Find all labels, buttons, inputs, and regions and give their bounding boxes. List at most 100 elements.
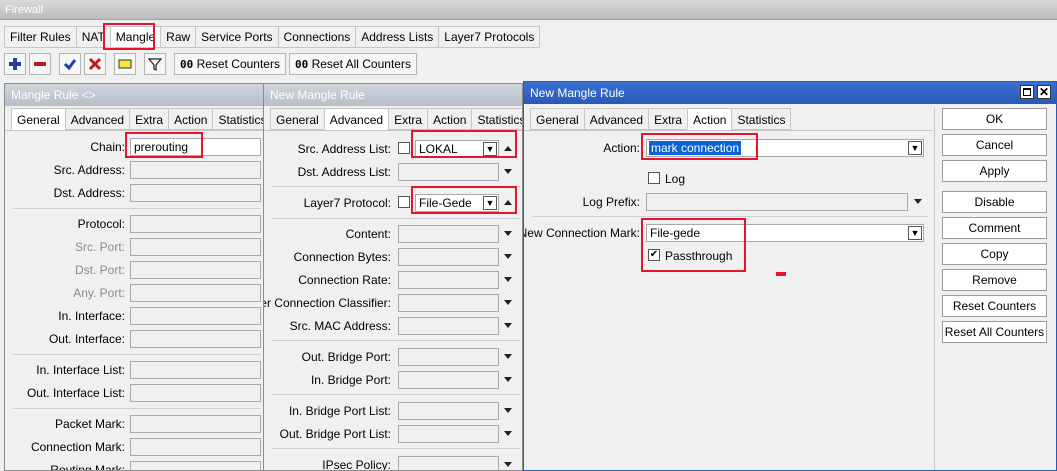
remove-rule-button[interactable]: Remove: [942, 269, 1047, 291]
src-address-field[interactable]: [130, 161, 261, 179]
layer7-negate-checkbox[interactable]: [398, 196, 410, 208]
in-interface-list-field[interactable]: [130, 361, 261, 379]
reset-counters-rule-button[interactable]: Reset Counters: [942, 295, 1047, 317]
routing-mark-field[interactable]: [130, 461, 261, 470]
connection-mark-label: Connection Mark:: [30, 440, 125, 454]
any-port-field[interactable]: [130, 284, 261, 302]
comment-rule-button[interactable]: Comment: [942, 217, 1047, 239]
rule2-tab-extra[interactable]: Extra: [388, 108, 428, 130]
connection-mark-field[interactable]: [130, 438, 261, 456]
cancel-button[interactable]: Cancel: [942, 134, 1047, 156]
action-highlight: [641, 133, 758, 160]
tab-connections[interactable]: Connections: [277, 26, 356, 48]
log-checkbox[interactable]: [648, 172, 660, 184]
tab-layer7-protocols[interactable]: Layer7 Protocols: [438, 26, 541, 48]
protocol-field[interactable]: [130, 215, 261, 233]
layer7-highlight: [411, 186, 517, 214]
ok-button[interactable]: OK: [942, 108, 1047, 130]
out-bridge-port-field[interactable]: [398, 348, 499, 366]
remove-button[interactable]: [29, 53, 51, 75]
in-interface-field[interactable]: [130, 307, 261, 325]
packet-mark-field[interactable]: [130, 415, 261, 433]
rule3-tab-extra[interactable]: Extra: [648, 108, 688, 130]
packet-mark-label: Packet Mark:: [54, 417, 125, 431]
reset-all-counters-button[interactable]: 00 Reset All Counters: [288, 53, 417, 75]
rule2-tab-general[interactable]: General: [270, 108, 324, 130]
in-bridge-port-list-field[interactable]: [398, 402, 499, 420]
rule3-tabs: General Advanced Extra Action Statistics: [530, 108, 792, 130]
dst-port-field[interactable]: [130, 261, 261, 279]
add-button[interactable]: [4, 53, 26, 75]
chain-highlight: [125, 132, 203, 158]
dropdown-icon[interactable]: ▼: [908, 226, 922, 240]
rule3-tab-statistics[interactable]: Statistics: [731, 108, 792, 130]
rule1-tab-extra[interactable]: Extra: [129, 108, 169, 130]
tab-filter-rules[interactable]: Filter Rules: [4, 26, 76, 48]
rule2-tab-advanced[interactable]: Advanced: [323, 108, 389, 130]
comment-button[interactable]: [114, 53, 136, 75]
close-icon[interactable]: ✕: [1037, 85, 1051, 99]
in-bridge-port-field[interactable]: [398, 371, 499, 389]
reset-counters-button[interactable]: 00 Reset Counters: [174, 53, 286, 75]
expand-arrow-icon[interactable]: [504, 169, 512, 174]
expand-arrow-icon[interactable]: [504, 408, 512, 413]
expand-arrow-icon[interactable]: [504, 354, 512, 359]
out-interface-list-field[interactable]: [130, 384, 261, 402]
rule1-tabs: General Advanced Extra Action Statistics: [11, 108, 263, 130]
copy-button[interactable]: Copy: [942, 243, 1047, 265]
out-interface-label: Out. Interface:: [48, 332, 125, 346]
rule3-tab-general[interactable]: General: [530, 108, 584, 130]
rule1-tab-advanced[interactable]: Advanced: [64, 108, 130, 130]
expand-arrow-icon[interactable]: [504, 254, 512, 259]
enable-button[interactable]: [59, 53, 81, 75]
reset-all-counters-rule-button[interactable]: Reset All Counters: [942, 321, 1047, 343]
rule3-tab-action[interactable]: Action: [687, 108, 732, 130]
connection-rate-field[interactable]: [398, 271, 499, 289]
disable-rule-button[interactable]: Disable: [942, 191, 1047, 213]
expand-arrow-icon[interactable]: [504, 231, 512, 236]
apply-button[interactable]: Apply: [942, 160, 1047, 182]
content-field[interactable]: [398, 225, 499, 243]
expand-arrow-icon[interactable]: [914, 199, 922, 204]
per-connection-classifier-field[interactable]: [398, 294, 499, 312]
expand-arrow-icon[interactable]: [504, 431, 512, 436]
src-address-list-negate-checkbox[interactable]: [398, 142, 410, 154]
expand-arrow-icon[interactable]: [504, 323, 512, 328]
rule1-tab-action[interactable]: Action: [168, 108, 213, 130]
expand-arrow-icon[interactable]: [504, 462, 512, 467]
firewall-toolbar: 00 Reset Counters 00 Reset All Counters: [4, 52, 417, 76]
connection-bytes-field[interactable]: [398, 248, 499, 266]
src-port-field[interactable]: [130, 238, 261, 256]
rule3-title: New Mangle Rule: [530, 86, 625, 100]
dst-port-label: Dst. Port:: [74, 263, 125, 277]
rule3-title-bar: New Mangle Rule: [524, 82, 1056, 104]
rule2-tab-action[interactable]: Action: [427, 108, 472, 130]
dst-address-field[interactable]: [130, 184, 261, 202]
filter-button[interactable]: [144, 53, 166, 75]
disable-button[interactable]: [84, 53, 106, 75]
rule2-separator-2: [272, 218, 520, 219]
rule2-tabs: General Advanced Extra Action Statistics: [270, 108, 522, 130]
dst-address-list-field[interactable]: [398, 163, 499, 181]
expand-arrow-icon[interactable]: [504, 377, 512, 382]
log-prefix-field[interactable]: [646, 193, 908, 211]
rule1-tab-statistics[interactable]: Statistics: [212, 108, 263, 130]
rule1-separator-2: [13, 354, 261, 355]
tab-service-ports[interactable]: Service Ports: [195, 26, 278, 48]
tab-raw[interactable]: Raw: [160, 26, 196, 48]
src-mac-address-field[interactable]: [398, 317, 499, 335]
expand-arrow-icon[interactable]: [504, 277, 512, 282]
maximize-icon[interactable]: [1020, 85, 1034, 99]
ipsec-policy-field[interactable]: [398, 456, 499, 470]
rule2-tab-statistics[interactable]: Statistics: [471, 108, 522, 130]
mangle-rule-window: Mangle Rule <> General Advanced Extra Ac…: [4, 83, 264, 471]
expand-arrow-icon[interactable]: [504, 300, 512, 305]
rule1-tab-general[interactable]: General: [11, 108, 65, 130]
connection-rate-label: Connection Rate:: [298, 273, 391, 287]
out-interface-field[interactable]: [130, 330, 261, 348]
any-port-label: Any. Port:: [73, 286, 125, 300]
rule3-tab-advanced[interactable]: Advanced: [583, 108, 649, 130]
tab-address-lists[interactable]: Address Lists: [355, 26, 439, 48]
out-bridge-port-list-field[interactable]: [398, 425, 499, 443]
dropdown-icon[interactable]: ▼: [908, 141, 922, 155]
